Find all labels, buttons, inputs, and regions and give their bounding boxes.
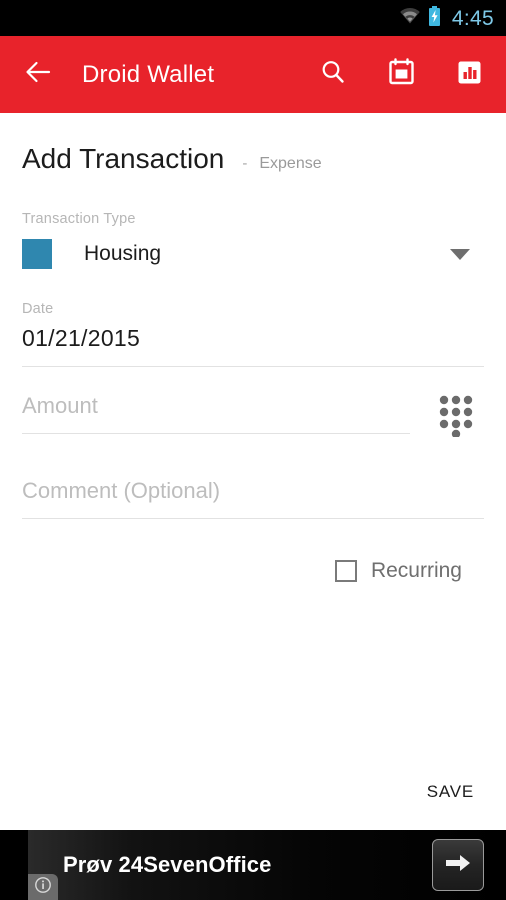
back-arrow-icon — [25, 61, 53, 88]
transaction-type-value: Housing — [84, 242, 162, 265]
arrow-right-icon — [443, 851, 473, 880]
save-button[interactable]: SAVE — [417, 774, 484, 810]
category-color-swatch — [22, 239, 52, 269]
ad-arrow-button[interactable] — [432, 839, 484, 891]
recurring-checkbox[interactable] — [334, 560, 357, 582]
app-bar-actions — [318, 58, 488, 91]
amount-field: Amount — [22, 393, 484, 442]
transaction-type-spinner[interactable]: Housing — [22, 239, 484, 269]
date-value[interactable]: 01/21/2015 — [22, 325, 484, 352]
page-subtitle: Expense — [259, 155, 322, 172]
date-field: Date 01/21/2015 — [22, 301, 484, 367]
amount-input[interactable]: Amount — [22, 393, 438, 419]
back-button[interactable] — [22, 58, 56, 92]
search-button[interactable] — [318, 60, 348, 90]
recurring-row[interactable]: Recurring — [22, 559, 484, 583]
page-title: Add Transaction — [22, 143, 225, 174]
page-title-separator: - — [242, 155, 248, 172]
comment-divider — [22, 518, 484, 519]
wifi-icon — [399, 7, 421, 29]
transaction-type-field: Transaction Type Housing — [22, 211, 484, 269]
calendar-button[interactable] — [386, 58, 416, 91]
amount-input-wrapper: Amount — [22, 393, 438, 434]
app-screen: 4:45 Droid Wallet Add Transaction - Expe… — [0, 0, 506, 900]
comment-input[interactable]: Comment (Optional) — [22, 478, 484, 504]
amount-divider — [22, 433, 410, 434]
transaction-type-label: Transaction Type — [22, 211, 136, 227]
info-icon — [34, 876, 52, 899]
statistics-button[interactable] — [454, 60, 484, 90]
ad-info-button[interactable] — [28, 874, 58, 900]
recurring-label: Recurring — [370, 559, 462, 582]
bar-chart-icon — [456, 59, 483, 91]
save-row: SAVE — [417, 774, 484, 810]
date-label: Date — [22, 301, 54, 317]
ad-text: Prøv 24SevenOffice — [63, 852, 272, 877]
status-icons: 4:45 — [399, 5, 494, 31]
form-content: Add Transaction - Expense Transaction Ty… — [0, 113, 506, 830]
comment-field: Comment (Optional) — [22, 478, 484, 519]
dialpad-icon[interactable] — [438, 395, 474, 442]
app-bar: Droid Wallet — [0, 36, 506, 113]
chevron-down-icon[interactable] — [450, 248, 470, 260]
page-heading: Add Transaction - Expense — [22, 113, 484, 175]
status-bar: 4:45 — [0, 0, 506, 36]
search-icon — [319, 58, 347, 91]
battery-charging-icon — [428, 5, 441, 31]
ad-banner[interactable]: Prøv 24SevenOffice — [0, 830, 506, 900]
status-time: 4:45 — [451, 6, 494, 30]
calendar-icon — [388, 58, 415, 91]
date-divider — [22, 366, 484, 367]
app-title: Droid Wallet — [82, 60, 215, 88]
